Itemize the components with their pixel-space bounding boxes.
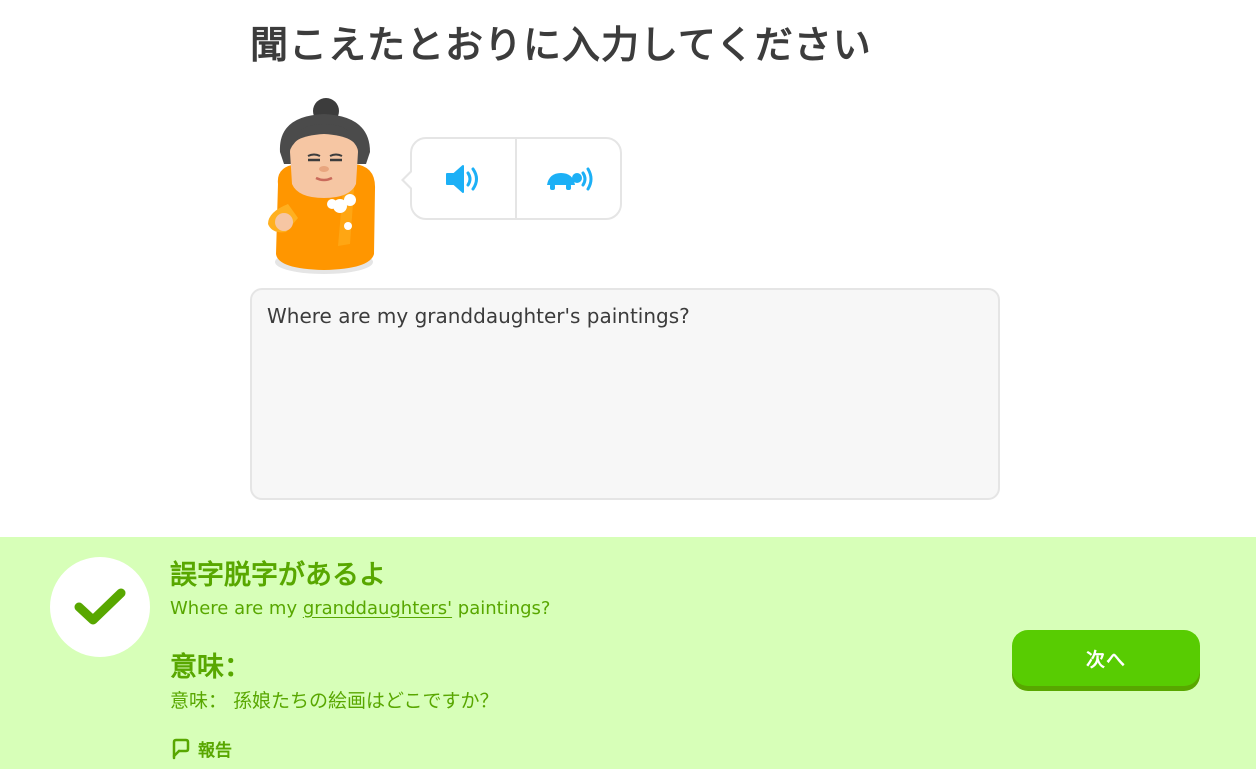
speaker-icon <box>445 164 478 193</box>
feedback-panel: 誤字脱字があるよ Where are my granddaughters' pa… <box>0 537 1256 769</box>
report-button[interactable]: 報告 <box>170 736 232 761</box>
meaning-label: 意味： <box>170 652 251 683</box>
next-button[interactable]: 次へ <box>1012 630 1200 686</box>
report-label: 報告 <box>198 741 232 761</box>
correct-badge <box>50 557 150 657</box>
page-title: 聞こえたとおりに入力してください <box>250 23 872 67</box>
audio-bubble <box>401 137 622 220</box>
character-illustration <box>268 98 376 274</box>
correct-answer-prefix: Where are my <box>170 598 303 619</box>
feedback-heading: 誤字脱字があるよ <box>170 560 386 591</box>
correct-answer-suffix: paintings? <box>452 598 551 619</box>
meaning-text: 意味： 孫娘たちの絵画はどこですか？ <box>170 690 499 712</box>
correction-highlight: granddaughters' <box>302 598 453 619</box>
lesson-page: 聞こえたとおりに入力してください Where are my granddaugh… <box>0 0 1256 769</box>
flag-icon <box>172 738 190 759</box>
correct-answer: Where are my granddaughters' paintings? <box>170 598 551 619</box>
play-slow-audio-button[interactable] <box>517 139 620 218</box>
turtle-speaker-icon <box>546 167 592 190</box>
answer-input[interactable]: Where are my granddaughter's paintings? <box>250 288 1000 500</box>
checkmark-icon <box>74 588 126 625</box>
play-audio-button[interactable] <box>412 139 517 218</box>
